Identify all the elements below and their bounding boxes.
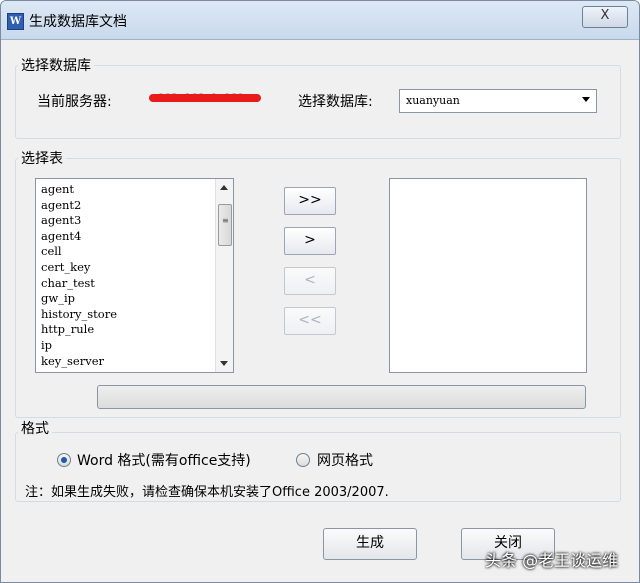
window-title: 生成数据库文档 <box>29 14 127 30</box>
list-item[interactable]: ip <box>41 338 117 354</box>
add-button[interactable]: > <box>284 227 336 255</box>
grip-icon: ≡ <box>222 216 229 225</box>
list-item[interactable]: agent4 <box>41 229 117 245</box>
selected-table-list[interactable] <box>389 178 587 373</box>
list-item[interactable]: cert_key <box>41 260 117 276</box>
dialog-body: 选择数据库 当前服务器: 192.168.1.181 选择数据库: xuanyu… <box>11 41 629 581</box>
watermark: 头条 @老王谈运维 <box>485 551 619 570</box>
chevron-down-icon[interactable] <box>582 97 590 102</box>
scroll-down-arrow-icon[interactable] <box>220 361 228 366</box>
list-item[interactable]: gw_ip <box>41 291 117 307</box>
word-format-label[interactable]: Word 格式(需有office支持) <box>77 450 251 470</box>
progress-bar <box>97 385 586 409</box>
title-bar[interactable]: W 生成数据库文档 X <box>1 1 639 40</box>
close-window-button[interactable]: X <box>582 6 628 28</box>
list-item[interactable]: http_rule <box>41 322 117 338</box>
list-item[interactable]: history_store <box>41 307 117 323</box>
word-document-icon: W <box>7 13 24 30</box>
scroll-up-arrow-icon[interactable] <box>220 185 228 190</box>
database-select[interactable]: xuanyuan <box>399 89 597 113</box>
remove-all-button[interactable]: << <box>284 307 336 335</box>
server-label: 当前服务器: <box>37 94 112 110</box>
dialog-window: W 生成数据库文档 X 选择数据库 当前服务器: 192.168.1.181 选… <box>0 0 640 583</box>
remove-button[interactable]: < <box>284 267 336 295</box>
source-table-list[interactable]: agent agent2 agent3 agent4 cell cert_key… <box>35 178 234 373</box>
add-all-button[interactable]: >> <box>284 187 336 215</box>
list-item[interactable]: agent2 <box>41 198 117 214</box>
list-item[interactable]: agent <box>41 182 117 198</box>
database-select-value: xuanyuan <box>406 94 460 107</box>
redaction-mark <box>149 94 261 102</box>
word-format-radio[interactable] <box>57 453 71 467</box>
format-group-title: 格式 <box>18 418 52 438</box>
list-scrollbar[interactable]: ≡ <box>215 179 233 372</box>
table-list-items: agent agent2 agent3 agent4 cell cert_key… <box>41 182 117 369</box>
database-label: 选择数据库: <box>298 94 373 110</box>
web-format-label[interactable]: 网页格式 <box>317 450 373 470</box>
generate-button[interactable]: 生成 <box>323 528 417 560</box>
list-item[interactable]: char_test <box>41 276 117 292</box>
tables-group-title: 选择表 <box>18 148 66 168</box>
list-item[interactable]: agent3 <box>41 213 117 229</box>
database-group-title: 选择数据库 <box>18 55 94 75</box>
web-format-radio[interactable] <box>296 453 310 467</box>
list-item[interactable]: cell <box>41 244 117 260</box>
scrollbar-thumb[interactable]: ≡ <box>218 204 232 246</box>
list-item[interactable]: key_server <box>41 354 117 370</box>
failure-note: 注：如果生成失败，请检查确保本机安装了Office 2003/2007. <box>25 485 389 500</box>
